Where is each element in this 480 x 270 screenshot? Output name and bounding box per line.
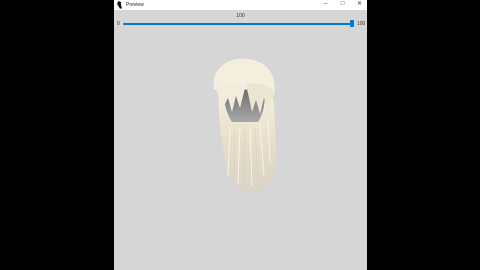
hair-silhouette-icon xyxy=(117,1,122,9)
preview-window: Preview – □ ✕ 100 0 100 xyxy=(114,0,367,270)
slider-value-label: 100 xyxy=(236,13,245,19)
title-bar[interactable]: Preview – □ ✕ xyxy=(114,0,367,10)
maximize-icon: □ xyxy=(340,1,345,7)
preview-canvas[interactable] xyxy=(114,30,367,270)
slider-fill xyxy=(123,23,352,25)
close-icon: ✕ xyxy=(356,1,363,7)
close-button[interactable]: ✕ xyxy=(351,0,367,10)
window-title: Preview xyxy=(126,2,144,8)
slider-max-label: 100 xyxy=(357,21,366,27)
slider-min-label: 0 xyxy=(117,21,120,27)
minimize-button[interactable]: – xyxy=(317,0,334,10)
maximize-button[interactable]: □ xyxy=(334,0,351,10)
slider-track[interactable] xyxy=(123,23,352,25)
minimize-icon: – xyxy=(323,1,328,7)
hair-model-image xyxy=(213,58,277,193)
slider-thumb[interactable] xyxy=(350,20,354,27)
